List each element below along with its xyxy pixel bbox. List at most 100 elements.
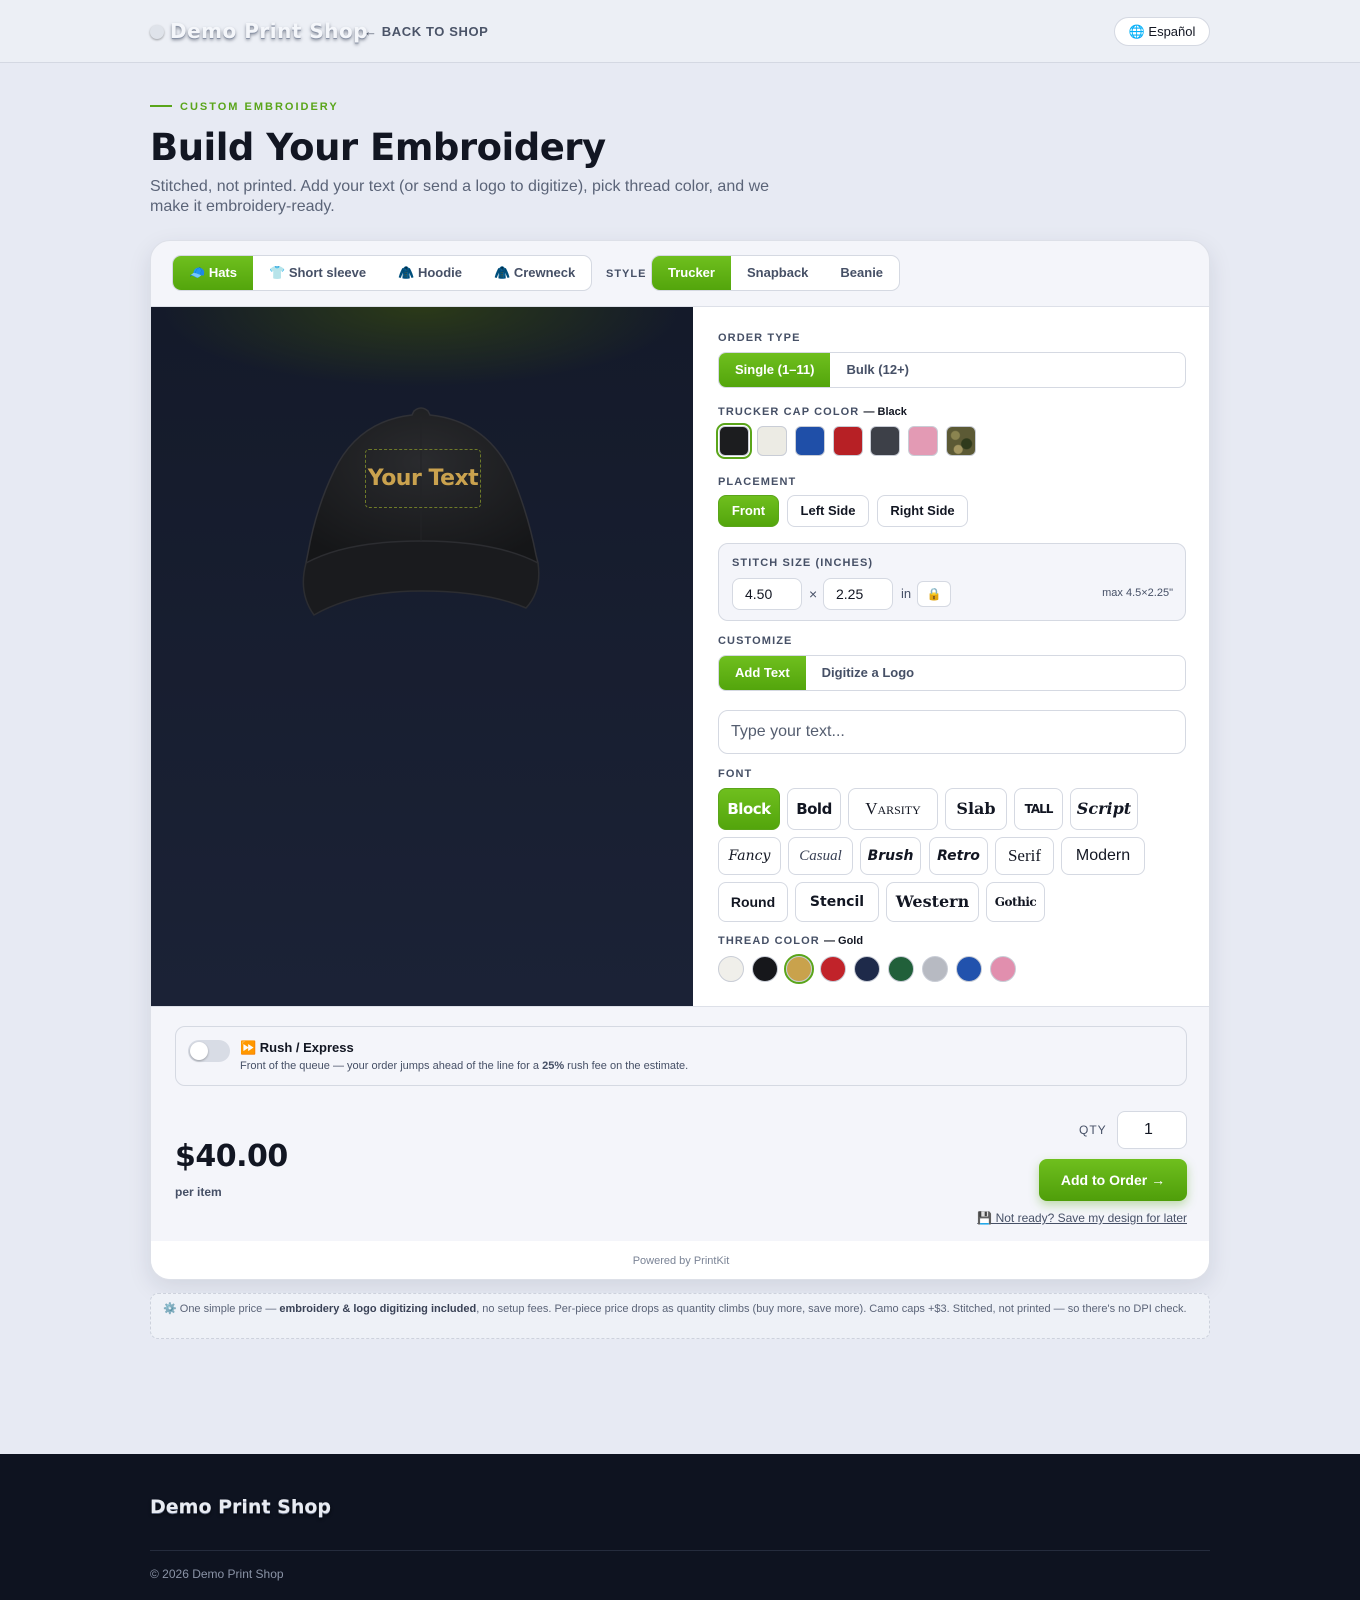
page-subtitle: Stitched, not printed. Add your text (or… [150,178,770,215]
tab-label: Short sleeve [288,265,367,280]
footer-brand[interactable]: Demo Print Shop [150,1496,331,1518]
thread-swatch-green[interactable] [888,956,914,982]
customize-toggle: Add Text Digitize a Logo [718,655,1186,691]
font-western[interactable]: Western [886,882,979,922]
order-type-single[interactable]: Single (1–11) [719,353,831,387]
footer-divider [150,1550,1210,1551]
rush-title: ⏩ Rush / Express [240,1040,354,1055]
cap-mockup-icon [302,407,540,616]
tab-label: Hoodie [417,265,463,280]
quantity-input[interactable]: 1 [1117,1111,1187,1149]
tab-short-sleeve[interactable]: 👕 Short sleeve [253,256,382,290]
rush-option: ⏩ Rush / Express Front of the queue — yo… [175,1026,1187,1086]
font-slab[interactable]: Slab [945,788,1007,830]
thread-swatch-black[interactable] [752,956,778,982]
thread-swatch-navy[interactable] [854,956,880,982]
tab-hoodie[interactable]: 🧥 Hoodie [382,256,478,290]
language-button[interactable]: 🌐 Español [1114,17,1210,46]
jacket-icon: 🧥 [398,265,415,280]
toggle-knob [190,1042,208,1060]
thread-swatch-white[interactable] [718,956,744,982]
font-stencil[interactable]: Stencil [795,882,879,922]
thread-color-label: THREAD COLOR — Gold [718,935,863,947]
cap-swatch-camo[interactable] [946,426,976,456]
unit-label: in [901,586,912,601]
font-varsity[interactable]: Varsity [848,788,938,830]
cap-swatch-charcoal[interactable] [870,426,900,456]
save-design-link[interactable]: 💾 Not ready? Save my design for later [977,1211,1187,1225]
cap-swatch-red[interactable] [833,426,863,456]
font-casual[interactable]: Casual [788,837,853,875]
options-panel: ORDER TYPE Single (1–11) Bulk (12+) TRUC… [693,307,1209,1006]
font-brush[interactable]: Brush [860,837,921,875]
font-modern[interactable]: Modern [1061,837,1145,875]
order-type-bulk[interactable]: Bulk (12+) [830,353,925,387]
font-serif[interactable]: Serif [995,837,1054,875]
font-script[interactable]: Script [1070,788,1138,830]
style-beanie[interactable]: Beanie [824,256,899,290]
thread-swatch-silver[interactable] [922,956,948,982]
rush-fee-percent: 25% [542,1060,565,1072]
page-title: Build Your Embroidery [150,126,606,169]
cap-swatch-black[interactable] [716,423,752,459]
back-to-shop-link[interactable]: ← BACK TO SHOP [364,24,488,39]
add-to-order-button[interactable]: Add to Order → [1039,1159,1187,1201]
stitch-height-input[interactable]: 2.25 [823,578,893,610]
placement-right-side[interactable]: Right Side [877,495,968,527]
thread-swatch-gold[interactable] [784,954,814,984]
style-trucker[interactable]: Trucker [652,256,731,290]
placement-label: PLACEMENT [718,476,797,488]
font-fancy[interactable]: Fancy [718,837,781,875]
font-round[interactable]: Round [718,882,788,922]
lock-aspect-button[interactable]: 🔒 [917,581,951,607]
tab-label: Crewneck [513,265,576,280]
embroidery-text-input[interactable]: Type your text... [718,710,1186,754]
jacket-icon: 🧥 [494,265,511,280]
brand-logo[interactable]: Demo Print Shop [150,19,368,43]
stitch-size-panel: STITCH SIZE (INCHES) 4.50 × 2.25 in 🔒 ma… [718,543,1186,621]
cap-color-label: TRUCKER CAP COLOR — Black [718,406,907,418]
price-value: $40.00 [175,1139,288,1174]
placement-front[interactable]: Front [718,495,779,527]
font-block[interactable]: Block [718,788,780,830]
placement-left-side[interactable]: Left Side [787,495,869,527]
style-snapback[interactable]: Snapback [731,256,824,290]
thread-color-value: — Gold [823,935,864,947]
top-bar: Demo Print Shop ← BACK TO SHOP 🌐 Español [0,0,1360,63]
note-text-end: , no setup fees. Per-piece price drops a… [476,1303,1187,1315]
product-tab-row: 🧢 Hats 👕 Short sleeve 🧥 Hoodie 🧥 Crewnec… [151,241,1209,307]
site-footer: Demo Print Shop © 2026 Demo Print Shop [0,1454,1360,1600]
tab-hats[interactable]: 🧢 Hats [173,256,253,290]
add-text-tab[interactable]: Add Text [719,656,806,690]
font-bold[interactable]: Bold [787,788,841,830]
font-tall[interactable]: TALL [1014,788,1063,830]
font-label: FONT [718,768,753,780]
qty-label: QTY [1079,1123,1107,1137]
rush-desc-text: Front of the queue — your order jumps ah… [240,1060,543,1072]
thread-swatch-pink[interactable] [990,956,1016,982]
font-gothic[interactable]: Gothic [986,882,1045,922]
rush-toggle[interactable] [188,1040,230,1062]
footer-copyright: © 2026 Demo Print Shop [150,1567,284,1581]
product-preview: Your Text [151,307,693,1006]
tab-crewneck[interactable]: 🧥 Crewneck [478,256,591,290]
checkout-section: ⏩ Rush / Express Front of the queue — yo… [151,1006,1209,1279]
font-retro[interactable]: Retro [929,837,988,875]
gear-icon: ⚙️ [163,1303,177,1315]
note-bold-text: embroidery & logo digitizing included [279,1303,477,1315]
order-type-label: ORDER TYPE [718,332,801,344]
cap-swatch-pink[interactable] [908,426,938,456]
cap-swatch-white[interactable] [757,426,787,456]
times-sign: × [809,586,818,602]
brand-name: Demo Print Shop [170,19,369,43]
section-eyebrow: CUSTOM EMBROIDERY [150,101,339,113]
thread-swatch-red[interactable] [820,956,846,982]
rush-description: Front of the queue — your order jumps ah… [240,1060,688,1072]
stitch-width-input[interactable]: 4.50 [732,578,802,610]
digitize-logo-tab[interactable]: Digitize a Logo [806,656,930,690]
embroidery-text-preview[interactable]: Your Text [365,449,481,508]
thread-swatch-royal[interactable] [956,956,982,982]
cap-swatch-royal[interactable] [795,426,825,456]
eyebrow-rule [150,105,172,107]
order-type-toggle: Single (1–11) Bulk (12+) [718,352,1186,388]
